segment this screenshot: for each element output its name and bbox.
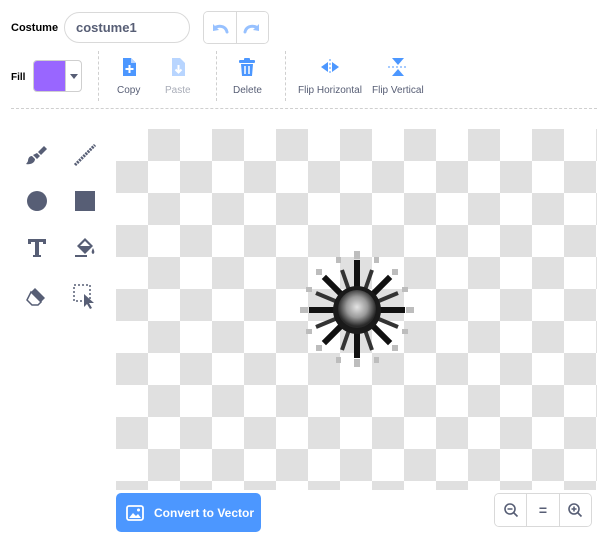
copy-label: Copy	[117, 85, 141, 96]
paste-label: Paste	[165, 85, 191, 96]
image-icon	[126, 504, 144, 522]
convert-to-vector-button[interactable]: Convert to Vector	[116, 493, 261, 532]
flip-vertical-label: Flip Vertical	[372, 85, 424, 96]
line-icon	[73, 143, 97, 167]
brush-icon	[26, 146, 47, 165]
zoom-out-icon	[503, 503, 518, 518]
fill-label: Fill	[11, 72, 26, 83]
sprite-image	[300, 251, 414, 367]
brush-tool[interactable]	[22, 140, 52, 170]
flip-horizontal-button[interactable]: Flip Horizontal	[298, 56, 362, 96]
toolbar-separator	[11, 108, 597, 109]
zoom-out-button[interactable]	[495, 494, 527, 526]
costume-name-input[interactable]	[64, 12, 190, 43]
delete-label: Delete	[233, 85, 262, 96]
circle-icon	[27, 191, 47, 211]
trash-icon	[236, 56, 258, 78]
toolbar-divider	[216, 51, 217, 101]
paste-icon	[167, 56, 189, 78]
costume-label: Costume	[11, 22, 59, 34]
copy-icon	[118, 56, 140, 78]
flip-vertical-button[interactable]: Flip Vertical	[372, 56, 424, 96]
undo-icon	[212, 23, 229, 33]
select-tool[interactable]	[70, 281, 100, 311]
redo-button[interactable]	[235, 12, 268, 43]
text-icon	[28, 239, 46, 257]
paste-button[interactable]: Paste	[165, 56, 191, 96]
flip-horizontal-label: Flip Horizontal	[298, 85, 362, 96]
rectangle-icon	[75, 191, 95, 211]
delete-button[interactable]: Delete	[233, 56, 262, 96]
undo-button[interactable]	[204, 12, 236, 43]
zoom-in-button[interactable]	[558, 494, 591, 526]
paint-canvas[interactable]	[116, 129, 597, 490]
copy-button[interactable]: Copy	[117, 56, 140, 96]
zoom-controls: =	[494, 493, 592, 527]
rectangle-tool[interactable]	[70, 186, 100, 216]
flip-horizontal-icon	[319, 56, 341, 78]
zoom-reset-button[interactable]: =	[526, 494, 559, 526]
eraser-icon	[26, 288, 45, 306]
eraser-tool[interactable]	[22, 281, 52, 311]
toolbar-divider	[98, 51, 99, 101]
zoom-reset-label: =	[538, 502, 548, 518]
fill-bucket-icon	[75, 238, 95, 257]
undo-redo-group	[203, 11, 269, 44]
select-icon	[73, 284, 94, 309]
convert-to-vector-label: Convert to Vector	[154, 505, 255, 520]
fill-color-swatch	[34, 61, 65, 91]
fill-tool[interactable]	[70, 233, 100, 263]
circle-tool[interactable]	[22, 186, 52, 216]
text-tool[interactable]	[22, 233, 52, 263]
line-tool[interactable]	[70, 140, 100, 170]
toolbar-divider	[285, 51, 286, 101]
redo-icon	[243, 23, 260, 33]
zoom-in-icon	[568, 503, 583, 518]
fill-color-picker[interactable]	[33, 60, 82, 92]
flip-vertical-icon	[387, 56, 409, 78]
chevron-down-icon	[65, 61, 81, 91]
